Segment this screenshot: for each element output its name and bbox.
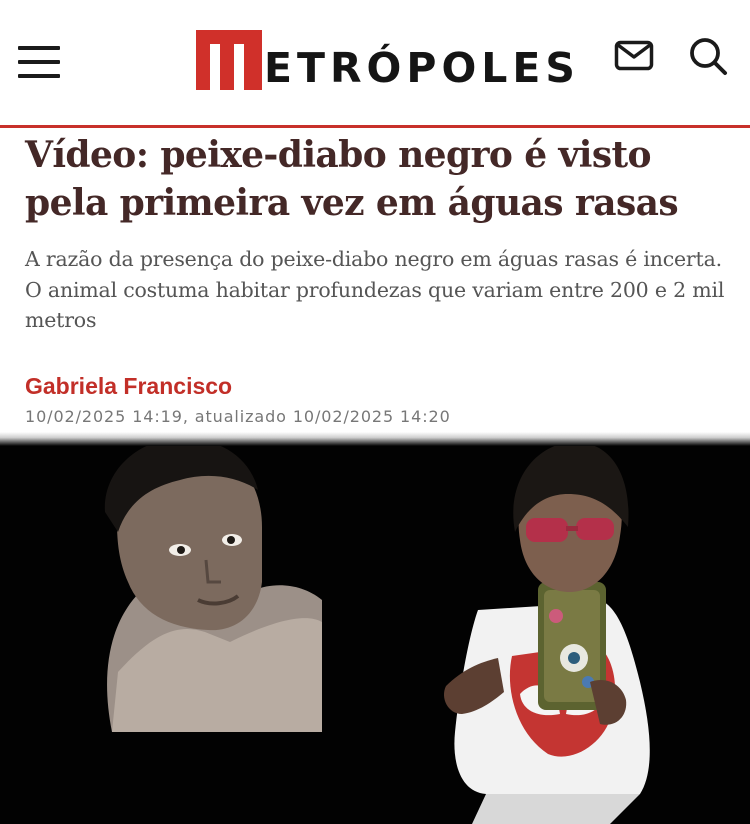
article-photo <box>0 432 750 824</box>
site-header: ETRÓPOLES <box>0 0 750 127</box>
author-link[interactable]: Gabriela Francisco <box>25 373 232 400</box>
menu-icon[interactable] <box>18 46 62 80</box>
logo-m-mark <box>196 30 262 90</box>
logo-wordmark: ETRÓPOLES <box>264 44 580 92</box>
mail-icon[interactable] <box>614 40 654 72</box>
header-divider <box>0 125 750 128</box>
photo-top-fade <box>0 432 750 446</box>
left-figure <box>104 437 322 732</box>
site-logo[interactable]: ETRÓPOLES <box>196 30 580 90</box>
search-icon[interactable] <box>688 36 728 76</box>
article-headline: Vídeo: peixe-diabo negro é visto pela pr… <box>25 134 679 224</box>
photo-cutouts <box>104 437 650 824</box>
right-figure <box>443 442 650 824</box>
publish-date: 10/02/2025 14:19, atualizado 10/02/2025 … <box>25 407 451 426</box>
article-subtitle: A razão da presença do peixe-diabo negro… <box>25 247 725 332</box>
